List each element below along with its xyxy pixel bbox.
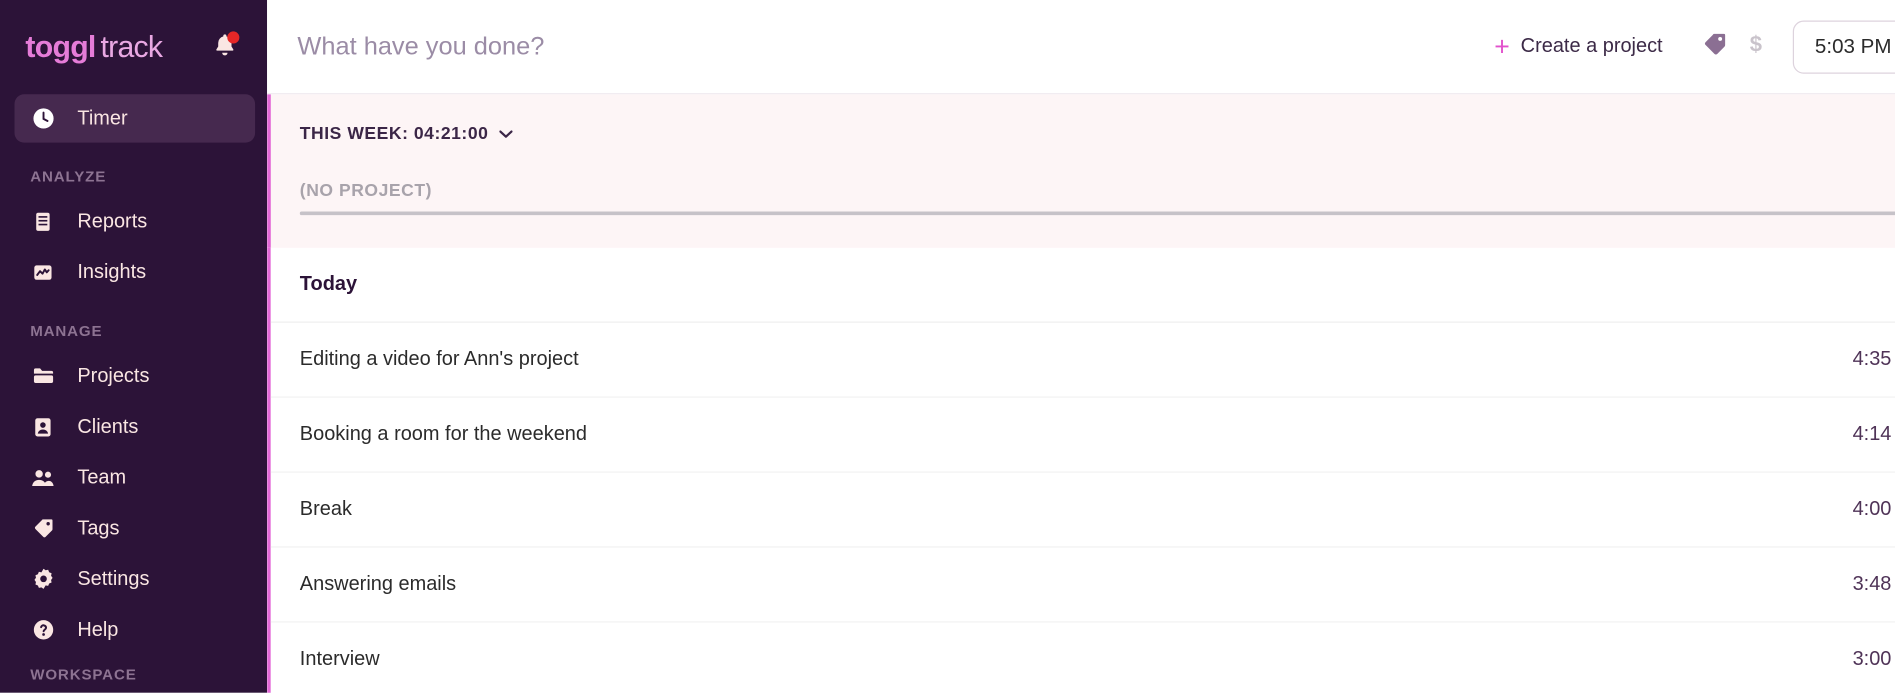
entry-time-range: 3:48 PM - 4:00 PM	[1852, 573, 1895, 595]
project-group-header: (NO PROJECT)	[297, 144, 1895, 216]
create-project-button[interactable]: + Create a project	[1494, 33, 1662, 60]
client-card-icon	[30, 414, 55, 439]
entry-description: Answering emails	[299, 573, 457, 595]
sidebar-item-help[interactable]: Help	[0, 604, 267, 655]
sidebar: toggl track Timer ANALYZE Reports Insigh…	[0, 0, 268, 693]
timer-topbar: + Create a project $ 5:03 PM Today	[267, 0, 1895, 95]
sidebar-item-projects[interactable]: Projects	[0, 351, 267, 402]
sidebar-section-workspace: WORKSPACE	[30, 666, 137, 684]
sidebar-item-insights[interactable]: Insights	[0, 247, 267, 298]
insights-icon	[30, 259, 55, 284]
sidebar-item-label-projects: Projects	[77, 364, 150, 387]
sidebar-item-label-insights: Insights	[77, 260, 147, 283]
sidebar-item-team[interactable]: Team	[0, 452, 267, 503]
time-entry-row[interactable]: Editing a video for Ann's project 4:35 P…	[270, 322, 1895, 398]
day-group-row: Today 4:21:00	[270, 247, 1895, 323]
entry-time-range: 4:00 PM - 4:14 PM	[1852, 498, 1895, 520]
time-entry-list: Today 4:21:00 Editing a video for Ann's …	[267, 247, 1895, 693]
sidebar-section-manage: MANAGE	[30, 322, 103, 340]
logo-toggl-text: toggl	[25, 29, 96, 64]
plus-icon: +	[1494, 30, 1510, 62]
entry-time-range: 3:00 PM - 3:48 PM	[1852, 647, 1895, 670]
timer-content: THIS WEEK: 04:21:00 (NO PROJECT) Today E…	[267, 94, 1895, 693]
reports-icon	[30, 209, 55, 234]
notification-badge	[227, 31, 240, 44]
tag-icon	[30, 516, 55, 541]
sidebar-item-clients[interactable]: Clients	[0, 401, 267, 452]
sidebar-item-reports[interactable]: Reports	[0, 196, 267, 247]
start-time-field[interactable]: 5:03 PM Today	[1793, 19, 1895, 74]
time-entry-row[interactable]: Break 4:00 PM - 4:14 PM 0:14:00	[270, 472, 1895, 548]
svg-text:$: $	[1750, 31, 1762, 56]
logo-track-text: track	[100, 29, 163, 64]
this-week-label: THIS WEEK: 04:21:00	[299, 124, 489, 144]
sidebar-item-label-clients: Clients	[77, 415, 139, 438]
app-logo[interactable]: toggl track	[25, 29, 163, 65]
folder-icon	[30, 363, 55, 388]
start-time-value: 5:03 PM	[1814, 34, 1892, 58]
billable-toggle-button[interactable]: $	[1735, 26, 1776, 67]
gear-icon	[30, 566, 55, 591]
summary-spacer	[297, 215, 1895, 248]
sidebar-item-label-timer: Timer	[77, 106, 128, 129]
day-group-label: Today	[299, 273, 358, 295]
sidebar-item-tags[interactable]: Tags	[0, 503, 267, 554]
time-entry-row[interactable]: Interview 3:00 PM - 3:48 PM 0:48:00	[270, 622, 1895, 693]
sidebar-item-label-team: Team	[77, 466, 127, 488]
sidebar-item-label-reports: Reports	[77, 209, 148, 232]
timer-description-input[interactable]	[297, 32, 1495, 62]
project-group-label: (NO PROJECT)	[299, 181, 432, 201]
tag-icon	[1701, 30, 1729, 64]
notifications-button[interactable]	[209, 31, 240, 62]
summary-zone: THIS WEEK: 04:21:00 (NO PROJECT)	[267, 94, 1895, 248]
entry-time-range: 4:35 PM - 5:03 PM	[1852, 348, 1895, 370]
clock-icon	[30, 106, 55, 131]
toggl-track-app: toggl track Timer ANALYZE Reports Insigh…	[0, 0, 1895, 693]
entry-time-range: 4:14 PM - 4:35 PM	[1852, 423, 1895, 445]
sidebar-section-analyze: ANALYZE	[30, 168, 107, 185]
time-entry-row[interactable]: Booking a room for the weekend 4:14 PM -…	[270, 397, 1895, 473]
sidebar-item-settings[interactable]: Settings	[0, 554, 267, 605]
sidebar-item-label-help: Help	[77, 618, 119, 641]
question-circle-icon	[30, 617, 55, 642]
dollar-icon: $	[1742, 30, 1770, 64]
chevron-down-icon	[499, 130, 513, 138]
people-icon	[30, 465, 55, 490]
create-project-label: Create a project	[1520, 35, 1663, 57]
entry-description: Editing a video for Ann's project	[299, 348, 579, 370]
sidebar-item-label-settings: Settings	[77, 567, 150, 590]
sidebar-header: toggl track	[0, 0, 267, 94]
entry-description: Booking a room for the weekend	[299, 423, 587, 445]
this-week-summary[interactable]: THIS WEEK: 04:21:00	[297, 94, 513, 144]
sidebar-item-timer[interactable]: Timer	[14, 94, 256, 143]
entry-description: Break	[299, 498, 352, 520]
sidebar-item-label-tags: Tags	[77, 516, 120, 539]
add-tag-button[interactable]	[1694, 26, 1735, 67]
time-entry-row[interactable]: Answering emails 3:48 PM - 4:00 PM 0:12:…	[270, 547, 1895, 623]
main-area: + Create a project $ 5:03 PM Today	[267, 0, 1895, 693]
entry-description: Interview	[299, 647, 380, 670]
